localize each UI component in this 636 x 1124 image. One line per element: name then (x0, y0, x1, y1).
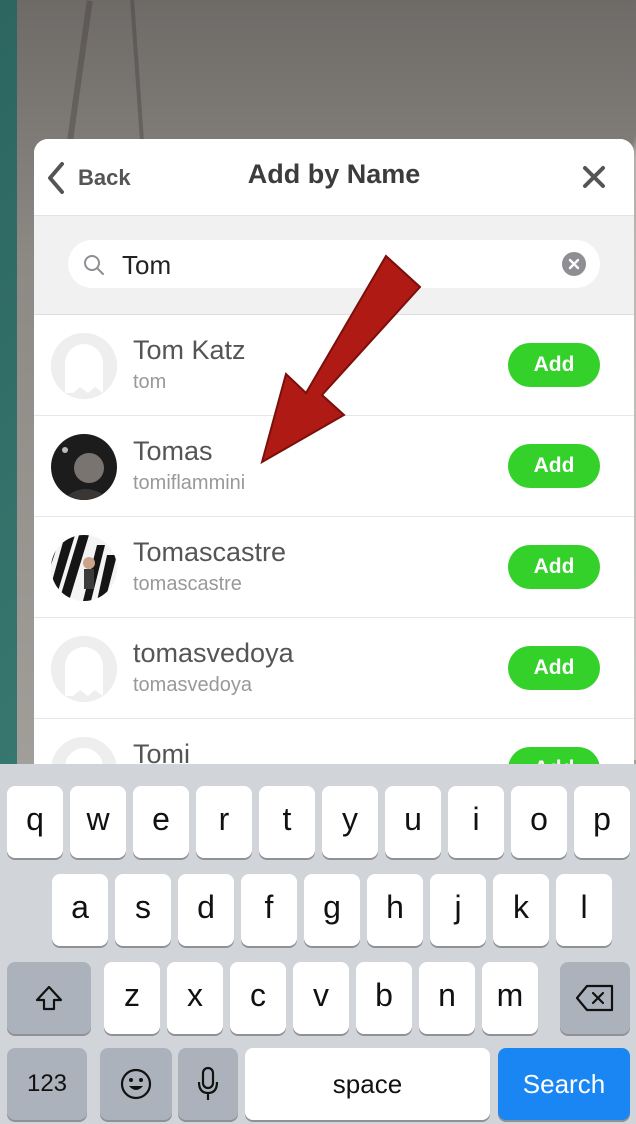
key-label: s (135, 889, 151, 925)
key-label: d (197, 889, 215, 925)
key-label: u (404, 801, 422, 837)
shift-key[interactable] (7, 962, 91, 1034)
backspace-icon (575, 984, 614, 1012)
emoji-icon (120, 1068, 152, 1100)
key-label: m (496, 977, 524, 1013)
key-label: o (530, 801, 548, 837)
key-a[interactable]: a (52, 874, 108, 946)
key-c[interactable]: c (230, 962, 286, 1034)
key-label: p (593, 801, 611, 837)
key-v[interactable]: v (293, 962, 349, 1034)
key-label: y (342, 801, 358, 837)
key-label: z (124, 977, 140, 1013)
key-label: w (86, 801, 110, 837)
key-label: i (472, 801, 480, 837)
key-u[interactable]: u (385, 786, 441, 858)
key-label: a (71, 889, 89, 925)
numbers-key[interactable]: 123 (7, 1048, 87, 1120)
key-label: x (187, 977, 203, 1013)
key-j[interactable]: j (430, 874, 486, 946)
key-t[interactable]: t (259, 786, 315, 858)
search-label: Search (522, 1069, 606, 1099)
key-d[interactable]: d (178, 874, 234, 946)
key-label: f (264, 889, 274, 925)
key-w[interactable]: w (70, 786, 126, 858)
key-m[interactable]: m (482, 962, 538, 1034)
key-label: k (513, 889, 529, 925)
key-r[interactable]: r (196, 786, 252, 858)
keyboard: q w e r t y u i o p a s d f g h j k l z x c v b n m 123 space S… (0, 764, 636, 1124)
key-x[interactable]: x (167, 962, 223, 1034)
key-y[interactable]: y (322, 786, 378, 858)
key-label: g (323, 889, 341, 925)
key-g[interactable]: g (304, 874, 360, 946)
key-b[interactable]: b (356, 962, 412, 1034)
space-key[interactable]: space (245, 1048, 490, 1120)
key-label: e (152, 801, 170, 837)
shift-icon (35, 985, 63, 1011)
key-q[interactable]: q (7, 786, 63, 858)
key-label: l (580, 889, 588, 925)
key-label: c (250, 977, 266, 1013)
key-s[interactable]: s (115, 874, 171, 946)
emoji-key[interactable] (100, 1048, 172, 1120)
key-label: r (218, 801, 230, 837)
microphone-icon (197, 1066, 219, 1100)
delete-key[interactable] (560, 962, 630, 1034)
key-o[interactable]: o (511, 786, 567, 858)
dictation-key[interactable] (178, 1048, 238, 1120)
key-label: q (26, 801, 44, 837)
key-label: t (282, 801, 292, 837)
key-label: n (438, 977, 456, 1013)
key-l[interactable]: l (556, 874, 612, 946)
key-label: v (313, 977, 329, 1013)
key-label: b (375, 977, 393, 1013)
key-n[interactable]: n (419, 962, 475, 1034)
key-label: j (454, 889, 462, 925)
space-label: space (332, 1069, 403, 1099)
numbers-label: 123 (26, 1070, 68, 1097)
key-p[interactable]: p (574, 786, 630, 858)
key-z[interactable]: z (104, 962, 160, 1034)
key-e[interactable]: e (133, 786, 189, 858)
key-f[interactable]: f (241, 874, 297, 946)
key-h[interactable]: h (367, 874, 423, 946)
key-i[interactable]: i (448, 786, 504, 858)
key-label: h (386, 889, 404, 925)
search-key[interactable]: Search (498, 1048, 630, 1120)
key-k[interactable]: k (493, 874, 549, 946)
red-arrow-icon (260, 254, 422, 465)
